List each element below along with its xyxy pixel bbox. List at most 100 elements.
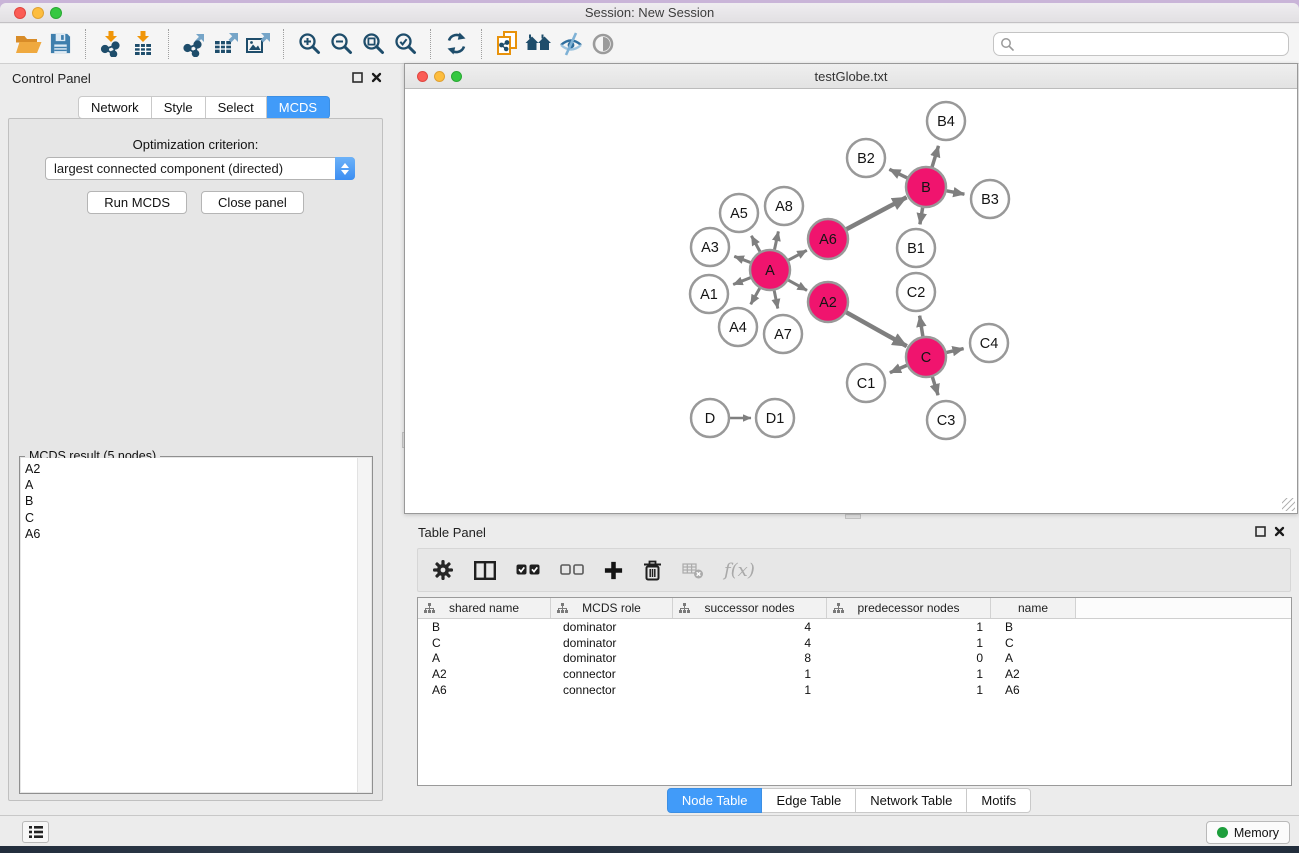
tab-network[interactable]: Network xyxy=(78,96,152,119)
graph-edge-A6-B[interactable] xyxy=(846,197,907,229)
graph-edge-B-B3[interactable] xyxy=(946,191,965,195)
import-table-icon[interactable] xyxy=(127,28,159,60)
graph-node-A4[interactable]: A4 xyxy=(719,308,757,346)
table-cell[interactable]: 0 xyxy=(827,651,991,665)
table-cell[interactable]: 1 xyxy=(673,683,827,697)
graph-node-B2[interactable]: B2 xyxy=(847,139,885,177)
delete-column-icon[interactable] xyxy=(643,557,662,583)
table-cell[interactable]: dominator xyxy=(551,620,673,634)
table-cell[interactable]: connector xyxy=(551,667,673,681)
graph-edge-C-C1[interactable] xyxy=(890,365,908,373)
table-cell[interactable]: 1 xyxy=(827,620,991,634)
graph-node-C4[interactable]: C4 xyxy=(970,324,1008,362)
delete-table-icon[interactable] xyxy=(682,557,704,583)
export-table-icon[interactable] xyxy=(210,28,242,60)
settings-gear-icon[interactable] xyxy=(432,557,454,583)
table-cell[interactable]: 1 xyxy=(827,636,991,650)
graph-node-C[interactable]: C xyxy=(906,337,946,377)
graph-edge-B-B2[interactable] xyxy=(889,169,908,178)
graph-node-A6[interactable]: A6 xyxy=(808,219,848,259)
graph-node-A7[interactable]: A7 xyxy=(764,315,802,353)
table-row[interactable]: Bdominator41B xyxy=(418,619,1291,635)
close-panel-icon[interactable] xyxy=(371,72,382,83)
graph-edge-A-A6[interactable] xyxy=(788,250,807,260)
graph-edge-C-C4[interactable] xyxy=(946,349,964,353)
zoom-selected-icon[interactable] xyxy=(389,28,421,60)
mcds-result-list[interactable]: A2ABCA6 xyxy=(21,458,371,792)
graph-node-D[interactable]: D xyxy=(691,399,729,437)
graph-edge-A-A1[interactable] xyxy=(733,277,751,284)
graph-edge-A-A8[interactable] xyxy=(774,231,778,250)
function-builder-icon[interactable]: f(x) xyxy=(724,557,755,583)
tab-motifs[interactable]: Motifs xyxy=(967,788,1031,813)
clone-network-icon[interactable] xyxy=(491,28,523,60)
close-panel-icon[interactable] xyxy=(1274,526,1285,537)
home-view-icon[interactable] xyxy=(523,28,555,60)
mcds-result-item[interactable]: B xyxy=(21,493,371,509)
tab-network-table[interactable]: Network Table xyxy=(856,788,967,813)
add-column-icon[interactable] xyxy=(604,557,623,583)
memory-button[interactable]: Memory xyxy=(1206,821,1290,844)
graph-node-A8[interactable]: A8 xyxy=(765,187,803,225)
zoom-in-icon[interactable] xyxy=(293,28,325,60)
table-cell[interactable]: B xyxy=(991,620,1076,634)
export-image-icon[interactable] xyxy=(242,28,274,60)
graph-edge-A-A3[interactable] xyxy=(734,256,751,263)
window-resize-grip[interactable] xyxy=(1282,498,1295,511)
run-mcds-button[interactable]: Run MCDS xyxy=(87,191,187,214)
graph-edge-A2-C[interactable] xyxy=(845,312,906,346)
search-box[interactable] xyxy=(993,32,1289,56)
refresh-view-icon[interactable] xyxy=(440,28,472,60)
select-all-checkboxes-icon[interactable] xyxy=(516,557,540,583)
table-cell[interactable]: A2 xyxy=(418,667,551,681)
column-visibility-icon[interactable] xyxy=(474,557,496,583)
table-cell[interactable]: dominator xyxy=(551,651,673,665)
tab-node-table[interactable]: Node Table xyxy=(667,788,763,813)
graph-edge-A-A2[interactable] xyxy=(788,280,808,291)
table-cell[interactable]: 1 xyxy=(827,667,991,681)
zoom-fit-icon[interactable] xyxy=(357,28,389,60)
import-network-icon[interactable] xyxy=(95,28,127,60)
table-cell[interactable]: 4 xyxy=(673,636,827,650)
float-panel-icon[interactable] xyxy=(352,72,363,83)
result-list-scrollbar[interactable] xyxy=(357,458,371,792)
column-header-successor-nodes[interactable]: successor nodes xyxy=(673,598,827,618)
table-cell[interactable]: B xyxy=(418,620,551,634)
tab-mcds[interactable]: MCDS xyxy=(267,96,330,119)
graph-node-B4[interactable]: B4 xyxy=(927,102,965,140)
show-graphics-details-icon[interactable] xyxy=(587,28,619,60)
table-cell[interactable]: 8 xyxy=(673,651,827,665)
graph-edge-A-A7[interactable] xyxy=(774,290,778,309)
graph-node-A3[interactable]: A3 xyxy=(691,228,729,266)
table-cell[interactable]: C xyxy=(991,636,1076,650)
graph-node-B[interactable]: B xyxy=(906,167,946,207)
mcds-result-item[interactable]: A2 xyxy=(21,461,371,477)
table-row[interactable]: Adominator80A xyxy=(418,650,1291,666)
table-cell[interactable]: connector xyxy=(551,683,673,697)
mcds-result-item[interactable]: A xyxy=(21,477,371,493)
open-session-icon[interactable] xyxy=(12,28,44,60)
graph-edge-A-A4[interactable] xyxy=(751,287,761,304)
graph-node-A5[interactable]: A5 xyxy=(720,194,758,232)
tab-edge-table[interactable]: Edge Table xyxy=(762,788,856,813)
graph-edge-B-B1[interactable] xyxy=(920,207,923,225)
table-row[interactable]: A2connector11A2 xyxy=(418,666,1291,682)
table-row[interactable]: A6connector11A6 xyxy=(418,682,1291,698)
table-cell[interactable]: A xyxy=(991,651,1076,665)
criterion-select[interactable]: largest connected component (directed) xyxy=(45,157,355,180)
export-network-icon[interactable] xyxy=(178,28,210,60)
search-input[interactable] xyxy=(1014,37,1282,51)
table-cell[interactable]: A6 xyxy=(991,683,1076,697)
table-cell[interactable]: 1 xyxy=(827,683,991,697)
table-cell[interactable]: A6 xyxy=(418,683,551,697)
graph-edge-B-B4[interactable] xyxy=(932,146,939,168)
network-window-titlebar[interactable]: testGlobe.txt xyxy=(405,64,1297,89)
graph-node-C2[interactable]: C2 xyxy=(897,273,935,311)
graph-node-A[interactable]: A xyxy=(750,250,790,290)
table-cell[interactable]: 4 xyxy=(673,620,827,634)
mcds-result-item[interactable]: C xyxy=(21,510,371,526)
table-row[interactable]: Cdominator41C xyxy=(418,635,1291,651)
task-history-button[interactable] xyxy=(22,821,49,843)
graph-edge-C-C2[interactable] xyxy=(920,316,923,338)
graph-edge-C-C3[interactable] xyxy=(932,376,938,395)
